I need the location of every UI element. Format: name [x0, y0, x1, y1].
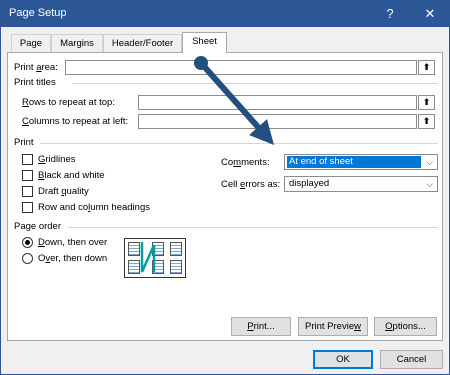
black-and-white-checkbox[interactable]: [22, 170, 33, 181]
print-area-input[interactable]: [65, 60, 417, 75]
print-titles-heading: Print titles: [14, 77, 56, 88]
over-then-down-radio[interactable]: [22, 253, 33, 264]
cell-errors-dropdown[interactable]: displayed ⌵: [284, 176, 438, 192]
comments-dropdown[interactable]: At end of sheet ⌵: [284, 154, 438, 170]
rows-to-repeat-label: Rows to repeat at top:: [22, 97, 115, 108]
comments-selected-value: At end of sheet: [287, 156, 421, 168]
help-button[interactable]: ?: [380, 4, 400, 24]
ok-button[interactable]: OK: [313, 350, 373, 369]
window-title: Page Setup: [9, 7, 67, 19]
over-then-down-label: Over, then down: [38, 253, 108, 264]
black-and-white-label: Black and white: [38, 170, 105, 181]
print-area-label: Print area:: [14, 62, 58, 73]
page-order-heading: Page order: [14, 221, 62, 232]
tab-margins[interactable]: Margins: [51, 34, 103, 53]
tab-page[interactable]: Page: [11, 34, 51, 53]
rows-to-repeat-input[interactable]: [138, 95, 417, 110]
tab-header-footer[interactable]: Header/Footer: [103, 34, 182, 53]
chevron-down-icon[interactable]: ⌵: [422, 177, 437, 191]
columns-to-repeat-input[interactable]: [138, 114, 417, 129]
title-bar: Page Setup ? ✕: [1, 1, 449, 27]
gridlines-checkbox[interactable]: [22, 154, 33, 165]
cell-errors-label: Cell errors as:: [221, 179, 281, 190]
chevron-down-icon[interactable]: ⌵: [422, 155, 437, 169]
print-area-collapse-icon[interactable]: ⬆: [418, 60, 435, 75]
comments-label: Comments:: [221, 157, 270, 168]
row-column-headings-checkbox[interactable]: [22, 202, 33, 213]
tab-sheet[interactable]: Sheet: [182, 32, 227, 53]
down-then-over-radio[interactable]: [22, 237, 33, 248]
columns-collapse-icon[interactable]: ⬆: [418, 114, 435, 129]
page-order-arrow-icon: [140, 242, 156, 273]
rows-collapse-icon[interactable]: ⬆: [418, 95, 435, 110]
columns-to-repeat-label: Columns to repeat at left:: [22, 116, 129, 127]
down-then-over-label: Down, then over: [38, 237, 108, 248]
sheet-tab-panel: Print area: ⬆ Print titles Rows to repea…: [7, 52, 443, 341]
page-order-divider: [68, 227, 438, 228]
draft-quality-label: Draft quality: [38, 186, 89, 197]
print-divider: [40, 143, 438, 144]
page-order-preview-image: [124, 238, 186, 278]
page-setup-dialog: Page Setup ? ✕ Page Margins Header/Foote…: [0, 0, 450, 375]
print-heading: Print: [14, 137, 34, 148]
gridlines-label: Gridlines: [38, 154, 76, 165]
cancel-button[interactable]: Cancel: [380, 350, 443, 369]
print-preview-button[interactable]: Print Preview: [298, 317, 368, 336]
cell-errors-selected-value: displayed: [289, 178, 330, 189]
row-column-headings-label: Row and column headings: [38, 202, 150, 213]
options-button[interactable]: Options...: [374, 317, 437, 336]
print-titles-divider: [72, 83, 438, 84]
close-button[interactable]: ✕: [420, 4, 440, 24]
print-button[interactable]: Print...: [231, 317, 291, 336]
draft-quality-checkbox[interactable]: [22, 186, 33, 197]
